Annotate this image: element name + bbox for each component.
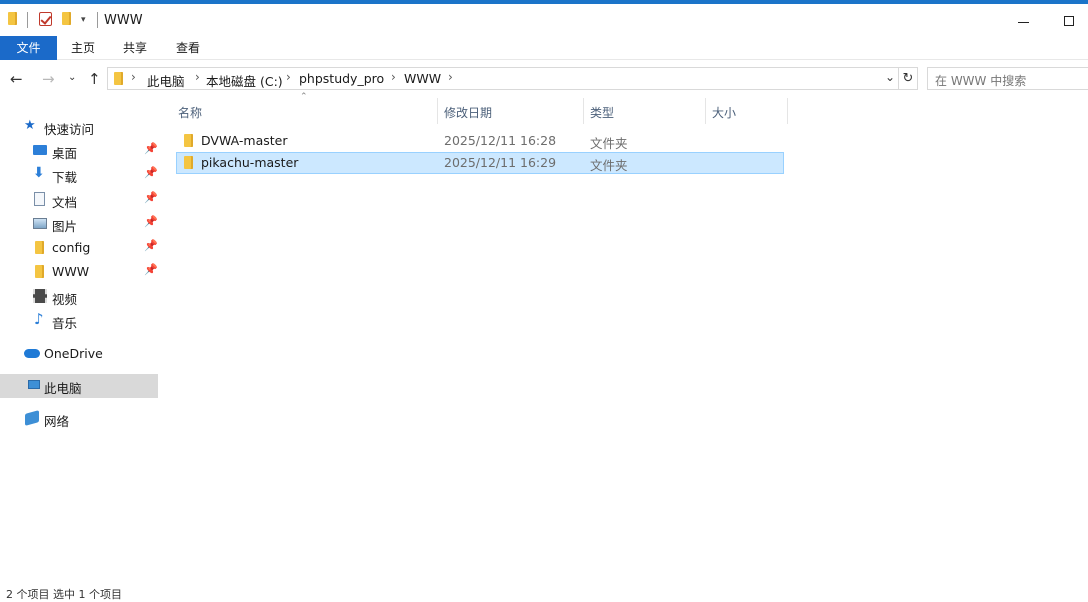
sidebar-item-label: WWW [52,264,90,279]
pin-icon[interactable]: 📌 [144,239,158,252]
folder-icon [184,134,193,147]
video-icon [33,289,47,303]
forward-icon[interactable]: → [42,70,55,88]
sidebar-item-quick-access[interactable]: ★ 快速访问 [0,115,158,139]
file-date: 2025/12/11 16:29 [444,155,557,170]
sidebar-item-label: 快速访问 [44,122,95,137]
music-icon: ♪ [34,310,44,328]
address-bar[interactable]: › 此电脑 › 本地磁盘 (C:) › phpstudy_pro › WWW ›… [107,67,899,90]
chevron-right-icon[interactable]: › [131,70,136,84]
sidebar-item-desktop[interactable]: 桌面 📌 [0,139,158,163]
sidebar-item-label: 下载 [52,170,78,185]
sidebar-item-label: 图片 [52,219,78,234]
document-icon [34,192,45,206]
toolbar-separator [27,12,28,28]
pin-icon[interactable]: 📌 [144,166,158,179]
column-header-type[interactable]: 类型 [584,98,706,124]
breadcrumb-local-disk[interactable]: 本地磁盘 (C:) [206,71,283,90]
tab-view[interactable]: 查看 [165,36,211,60]
sidebar-item-videos[interactable]: 视频 [0,285,158,309]
desktop-icon [33,145,47,155]
computer-icon [28,380,40,389]
minimize-button[interactable] [1018,22,1029,23]
file-name: pikachu-master [201,155,299,170]
file-type: 文件夹 [590,136,628,151]
folder-icon [35,265,44,278]
chevron-right-icon[interactable]: › [391,70,396,84]
sidebar-item-label: 此电脑 [44,381,82,396]
sidebar-item-documents[interactable]: 文档 📌 [0,188,158,212]
search-input[interactable]: 在 WWW 中搜索 [927,67,1088,90]
sidebar-item-label: 文档 [52,195,78,210]
column-header-size[interactable]: 大小 [706,98,788,124]
file-name: DVWA-master [201,133,288,148]
sidebar-item-network[interactable]: 网络 [0,407,158,431]
column-header-date[interactable]: 修改日期 [438,98,584,124]
file-list: ⌃ 名称 修改日期 类型 大小 DVWA-master 2025/12/11 1… [160,92,1088,592]
window-title: WWW [104,13,143,28]
recent-locations-icon[interactable]: ⌄ [68,72,76,83]
sidebar-item-www[interactable]: WWW 📌 [0,260,158,284]
breadcrumb-this-pc[interactable]: 此电脑 [147,71,185,90]
up-icon[interactable]: ↑ [88,70,101,88]
breadcrumb-phpstudy[interactable]: phpstudy_pro [299,71,384,86]
folder-icon [184,156,193,169]
folder-icon [114,72,123,85]
pin-icon[interactable]: 📌 [144,142,158,155]
title-bar: ▾ WWW [0,4,1088,34]
tab-file[interactable]: 文件 [0,36,57,60]
pin-icon[interactable]: 📌 [144,263,158,276]
folder-icon [35,241,44,254]
file-type: 文件夹 [590,158,628,173]
file-date: 2025/12/11 16:28 [444,133,557,148]
navigation-pane: ★ 快速访问 桌面 📌 ⬇ 下载 📌 文档 📌 图片 📌 config 📌 WW… [0,110,158,592]
chevron-right-icon[interactable]: › [286,70,291,84]
folder-icon [8,12,17,25]
navigation-bar: ← → ⌄ ↑ › 此电脑 › 本地磁盘 (C:) › phpstudy_pro… [0,60,1088,98]
sidebar-item-label: 网络 [44,414,70,429]
maximize-button[interactable] [1064,16,1074,26]
sidebar-item-music[interactable]: ♪ 音乐 [0,309,158,333]
pin-icon[interactable]: 📌 [144,191,158,204]
cloud-icon [24,349,40,358]
star-icon: ★ [24,118,36,133]
properties-icon[interactable] [39,12,52,26]
network-icon [25,410,39,426]
sidebar-item-onedrive[interactable]: OneDrive [0,342,158,366]
search-placeholder: 在 WWW 中搜索 [935,74,1027,88]
sidebar-item-label: 音乐 [52,316,78,331]
sidebar-item-downloads[interactable]: ⬇ 下载 📌 [0,163,158,187]
file-row-selected[interactable]: pikachu-master 2025/12/11 16:29 文件夹 [176,152,784,174]
column-header-name[interactable]: 名称 [172,98,438,124]
chevron-right-icon[interactable]: › [448,70,453,84]
customize-toolbar-icon[interactable]: ▾ [81,15,86,25]
file-row[interactable]: DVWA-master 2025/12/11 16:28 文件夹 [176,130,784,152]
sidebar-item-label: config [52,240,91,255]
sidebar-item-pictures[interactable]: 图片 📌 [0,212,158,236]
toolbar-separator [97,12,98,28]
chevron-down-icon[interactable]: ⌄ [885,70,895,84]
refresh-icon[interactable]: ↻ [899,67,918,90]
sidebar-item-this-pc[interactable]: 此电脑 [0,374,158,398]
ribbon-tabs: 文件 主页 共享 查看 [0,34,1088,60]
back-icon[interactable]: ← [10,70,23,88]
status-bar-text: 2 个项目 选中 1 个项目 [6,588,122,601]
download-icon: ⬇ [33,165,45,181]
new-folder-icon[interactable] [62,12,71,25]
tab-home[interactable]: 主页 [60,36,106,60]
picture-icon [33,218,47,229]
pin-icon[interactable]: 📌 [144,215,158,228]
sidebar-item-label: 视频 [52,292,78,307]
chevron-right-icon[interactable]: › [195,70,200,84]
sidebar-item-label: 桌面 [52,146,78,161]
sidebar-item-label: OneDrive [44,346,103,361]
tab-share[interactable]: 共享 [112,36,158,60]
sidebar-item-config[interactable]: config 📌 [0,236,158,260]
breadcrumb-www[interactable]: WWW [404,71,441,86]
